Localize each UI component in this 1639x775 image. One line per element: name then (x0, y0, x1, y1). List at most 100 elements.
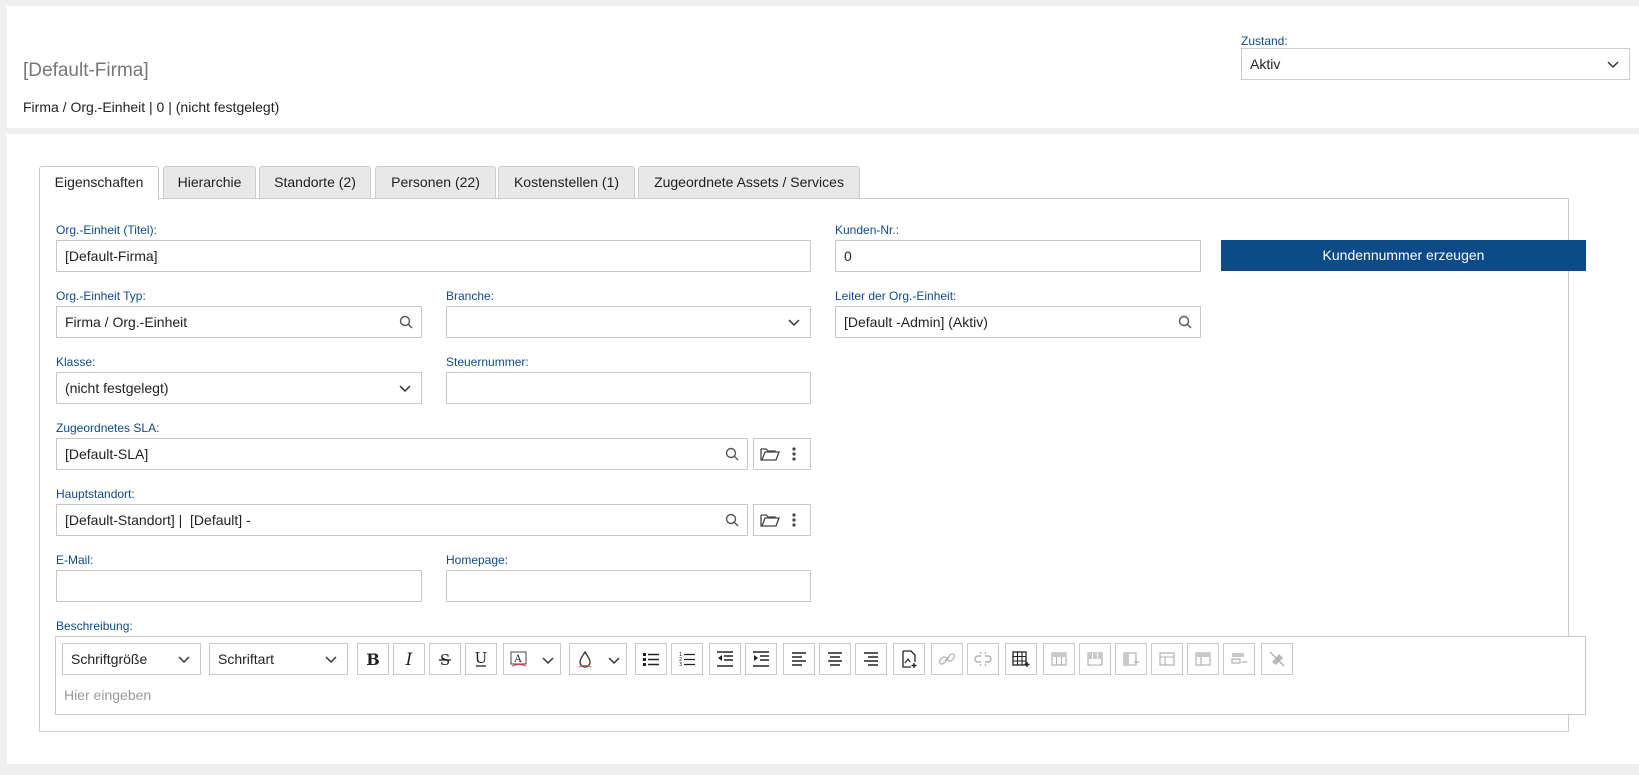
sla-label: Zugeordnetes SLA: (56, 421, 160, 435)
org-typ-value: Firma / Org.-Einheit (65, 314, 188, 330)
tab-label: Zugeordnete Assets / Services (654, 174, 844, 190)
numbered-list-icon: 123 (679, 652, 695, 668)
page-title: [Default-Firma] (23, 60, 149, 81)
table-insert-column-button[interactable] (1079, 643, 1111, 675)
insert-link-button[interactable] (931, 643, 963, 675)
underline-button[interactable]: U (465, 643, 497, 675)
align-right-icon (864, 652, 878, 666)
indent-button[interactable] (745, 643, 777, 675)
font-family-select[interactable]: Schriftart (209, 643, 348, 675)
steuernummer-input[interactable] (446, 372, 811, 404)
org-title-input[interactable]: [Default-Firma] (56, 240, 811, 272)
bullet-list-button[interactable] (635, 643, 667, 675)
tab-personen[interactable]: Personen (22) (375, 166, 496, 198)
more-vertical-icon[interactable] (790, 512, 798, 528)
tab-label: Personen (22) (391, 174, 480, 190)
align-left-icon (792, 652, 806, 666)
svg-text:3: 3 (679, 662, 682, 668)
kundennummer-erzeugen-button[interactable]: Kundennummer erzeugen (1221, 240, 1586, 271)
underline-icon: U (475, 650, 488, 667)
text-color-button[interactable]: A (503, 643, 561, 675)
font-family-select-label: Schriftart (218, 651, 275, 667)
more-vertical-icon[interactable] (790, 446, 798, 462)
kunden-nr-value: 0 (844, 248, 852, 264)
outdent-button[interactable] (709, 643, 741, 675)
tab-zugeordnete-assets[interactable]: Zugeordnete Assets / Services (638, 166, 860, 198)
chevron-down-icon (542, 657, 554, 665)
table-column-icon (1087, 652, 1103, 666)
svg-text:A: A (513, 654, 522, 665)
folder-open-icon[interactable] (760, 512, 780, 528)
chevron-down-icon (608, 657, 620, 665)
strikethrough-button[interactable]: S (429, 643, 461, 675)
editor-placeholder[interactable]: Hier eingeben (64, 687, 151, 703)
org-title-label: Org.-Einheit (Titel): (56, 223, 157, 237)
insert-table-button[interactable] (1005, 643, 1037, 675)
table-split-cells-button[interactable] (1187, 643, 1219, 675)
chevron-down-icon (788, 319, 800, 327)
tab-hierarchie[interactable]: Hierarchie (163, 166, 256, 198)
folder-open-icon[interactable] (760, 446, 780, 462)
table-insert-row-button[interactable] (1043, 643, 1075, 675)
font-size-select-label: Schriftgröße (71, 651, 148, 667)
svg-text:U: U (475, 650, 488, 667)
background-color-button[interactable] (569, 643, 627, 675)
align-right-button[interactable] (855, 643, 887, 675)
branche-select[interactable] (446, 306, 811, 338)
email-label: E-Mail: (56, 553, 94, 567)
search-icon[interactable] (399, 315, 413, 329)
klasse-select[interactable]: (nicht festgelegt) (56, 372, 422, 404)
align-center-icon (828, 652, 842, 666)
align-center-button[interactable] (819, 643, 851, 675)
kunden-nr-label: Kunden-Nr.: (835, 223, 900, 237)
table-delete-row-button[interactable] (1223, 643, 1255, 675)
tab-kostenstellen[interactable]: Kostenstellen (1) (498, 166, 635, 198)
search-icon[interactable] (1178, 315, 1192, 329)
clear-formatting-button[interactable] (1261, 643, 1293, 675)
bullet-list-icon (643, 653, 659, 666)
page-subtitle: Firma / Org.-Einheit | 0 | (nicht festge… (23, 99, 280, 115)
chevron-down-icon (399, 385, 411, 393)
org-typ-input[interactable]: Firma / Org.-Einheit (56, 306, 422, 338)
bold-icon: B (366, 650, 380, 668)
table-delete-column-button[interactable] (1115, 643, 1147, 675)
indent-icon (753, 651, 769, 667)
droplet-icon (578, 650, 592, 668)
numbered-list-button[interactable]: 123 (671, 643, 703, 675)
font-size-select[interactable]: Schriftgröße (62, 643, 201, 675)
leiter-input[interactable]: [Default -Admin] (Aktiv) (835, 306, 1201, 338)
search-icon[interactable] (725, 513, 739, 527)
branche-label: Branche: (446, 289, 495, 303)
search-icon[interactable] (725, 447, 739, 461)
homepage-label: Homepage: (446, 553, 509, 567)
align-left-button[interactable] (783, 643, 815, 675)
tab-standorte[interactable]: Standorte (2) (259, 166, 371, 198)
unlink-button[interactable] (967, 643, 999, 675)
hauptstandort-input[interactable]: [Default-Standort] | [Default] - (56, 504, 748, 536)
insert-image-icon (902, 650, 917, 668)
zustand-select[interactable]: Aktiv (1241, 48, 1630, 80)
table-delete-row-icon (1231, 653, 1247, 664)
table-icon (1012, 651, 1030, 667)
email-input[interactable] (56, 570, 422, 602)
chevron-down-icon (178, 656, 190, 664)
sla-input[interactable]: [Default-SLA] (56, 438, 748, 470)
table-row-icon (1051, 652, 1067, 666)
unlink-icon (974, 651, 992, 667)
strikethrough-icon: S (439, 651, 451, 668)
tab-eigenschaften[interactable]: Eigenschaften (39, 166, 159, 200)
italic-button[interactable]: I (393, 643, 425, 675)
insert-image-button[interactable] (893, 643, 925, 675)
text-color-icon: A (510, 651, 527, 667)
link-icon (938, 653, 956, 665)
bold-button[interactable]: B (357, 643, 389, 675)
chevron-down-icon (325, 656, 337, 664)
eraser-icon (1269, 651, 1285, 667)
table-split-icon (1195, 652, 1211, 666)
table-merge-cells-button[interactable] (1151, 643, 1183, 675)
hauptstandort-actions (753, 504, 811, 536)
steuernummer-label: Steuernummer: (446, 355, 529, 369)
leiter-label: Leiter der Org.-Einheit: (835, 289, 957, 303)
homepage-input[interactable] (446, 570, 811, 602)
kunden-nr-input[interactable]: 0 (835, 240, 1201, 272)
